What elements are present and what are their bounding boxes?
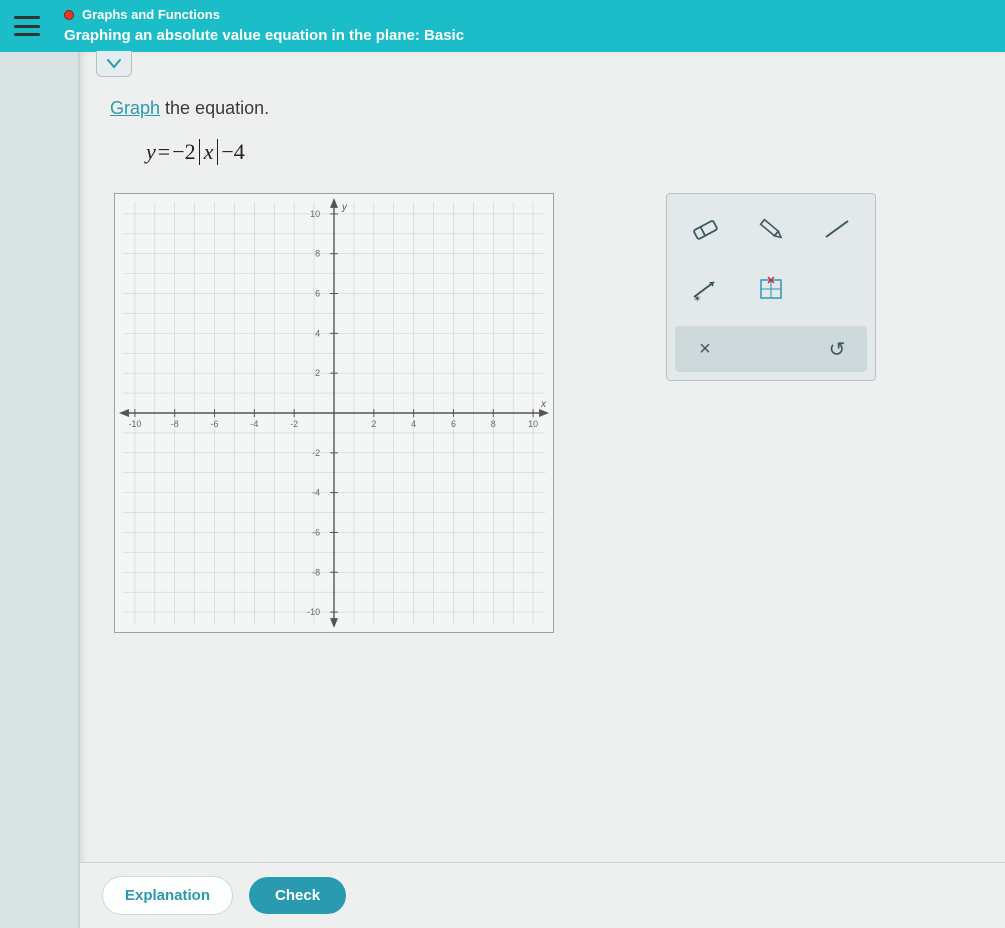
- prompt-rest: the equation.: [160, 98, 269, 118]
- eq-var: x: [204, 139, 214, 164]
- coordinate-plane[interactable]: y x -10 -8 -6 -4 -2 2 4 6 8 10 -10 -8 -6 -4 -2 2 4 6 8 10: [114, 193, 554, 633]
- category-label: Graphs and Functions: [82, 7, 220, 24]
- explanation-button[interactable]: Explanation: [102, 876, 233, 915]
- abs-bars: x: [199, 139, 219, 165]
- svg-text:6: 6: [451, 419, 456, 429]
- clear-button[interactable]: ×: [685, 332, 725, 366]
- pencil-icon: [754, 215, 788, 243]
- svg-text:-10: -10: [128, 419, 141, 429]
- eq-tail: −4: [221, 139, 244, 165]
- empty-tool-slot: [807, 262, 867, 316]
- eq-lhs: y: [146, 139, 156, 165]
- svg-text:10: 10: [528, 419, 538, 429]
- ray-icon: ✶: [688, 275, 722, 303]
- header-labels: Graphs and Functions Graphing an absolut…: [64, 7, 464, 45]
- svg-text:x: x: [540, 399, 547, 410]
- undo-button[interactable]: ↺: [817, 332, 857, 366]
- close-icon: ×: [699, 338, 711, 361]
- svg-text:8: 8: [491, 419, 496, 429]
- pencil-tool[interactable]: [741, 202, 801, 256]
- svg-text:-2: -2: [290, 419, 298, 429]
- grid-snap-icon: [756, 275, 786, 303]
- grid-svg: y x -10 -8 -6 -4 -2 2 4 6 8 10 -10 -8 -6 -4 -2 2 4 6 8 10: [115, 194, 553, 632]
- record-dot-icon: [64, 10, 74, 20]
- svg-text:-10: -10: [307, 607, 320, 617]
- bottom-bar: Explanation Check: [80, 862, 1005, 928]
- svg-text:-6: -6: [312, 527, 320, 537]
- check-button[interactable]: Check: [249, 877, 346, 914]
- svg-text:8: 8: [315, 249, 320, 259]
- equation: y = −2 x −4: [146, 139, 975, 165]
- lesson-title: Graphing an absolute value equation in t…: [64, 26, 464, 46]
- eraser-icon: [688, 215, 722, 243]
- line-icon: [820, 215, 854, 243]
- graph-link[interactable]: Graph: [110, 98, 160, 118]
- chevron-down-icon: [107, 59, 121, 69]
- grid-snap-tool[interactable]: [741, 262, 801, 316]
- svg-text:-2: -2: [312, 448, 320, 458]
- undo-icon: ↺: [829, 337, 846, 362]
- svg-text:10: 10: [310, 209, 320, 219]
- svg-text:✶: ✶: [693, 294, 701, 303]
- svg-text:2: 2: [371, 419, 376, 429]
- line-tool[interactable]: [807, 202, 867, 256]
- svg-text:-6: -6: [211, 419, 219, 429]
- collapse-toggle[interactable]: [96, 51, 132, 77]
- eq-sign: =: [158, 139, 170, 165]
- svg-text:-4: -4: [250, 419, 258, 429]
- eraser-tool[interactable]: [675, 202, 735, 256]
- svg-text:6: 6: [315, 289, 320, 299]
- menu-icon[interactable]: [14, 16, 40, 36]
- svg-text:-8: -8: [171, 419, 179, 429]
- svg-text:4: 4: [411, 419, 416, 429]
- tool-action-row: × ↺: [675, 326, 867, 372]
- prompt-text: Graph the equation.: [110, 98, 975, 119]
- content-card: Graph the equation. y = −2 x −4 y x -10 -…: [78, 52, 1005, 928]
- tool-palette: ✶ × ↺: [666, 193, 876, 381]
- svg-text:4: 4: [315, 328, 320, 338]
- svg-text:2: 2: [315, 368, 320, 378]
- svg-text:-8: -8: [312, 567, 320, 577]
- ray-tool[interactable]: ✶: [675, 262, 735, 316]
- top-bar: Graphs and Functions Graphing an absolut…: [0, 0, 1005, 52]
- svg-text:y: y: [341, 202, 348, 213]
- graph-area: y x -10 -8 -6 -4 -2 2 4 6 8 10 -10 -8 -6 -4 -2 2 4 6 8 10 ✶: [114, 193, 975, 633]
- eq-coef: −2: [172, 139, 195, 165]
- svg-text:-4: -4: [312, 488, 320, 498]
